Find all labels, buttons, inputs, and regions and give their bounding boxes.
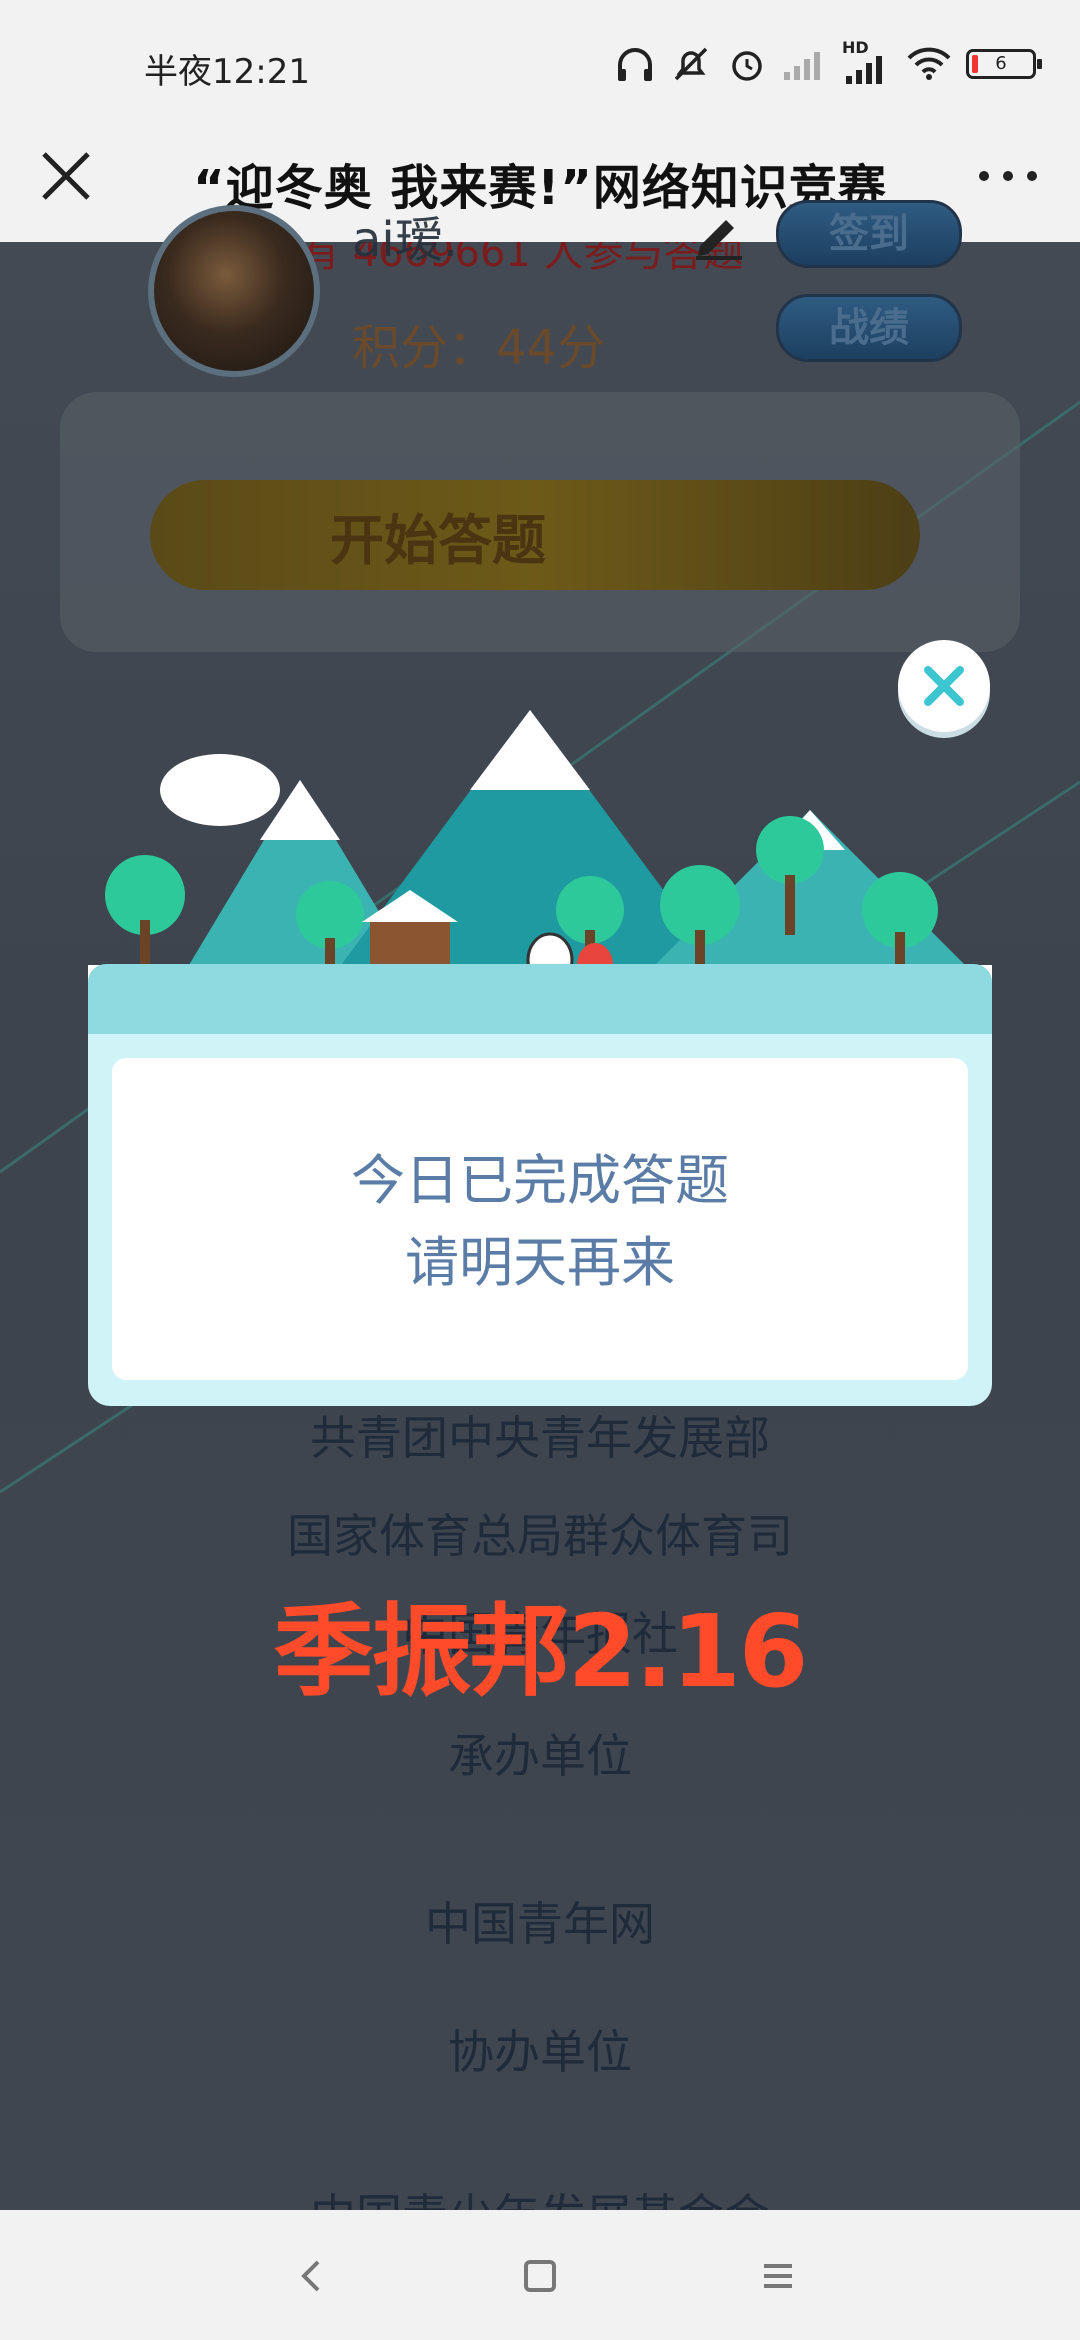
signal-strong-icon	[846, 56, 882, 84]
status-time: 半夜12:21	[144, 52, 310, 92]
start-quiz-label: 开始答题	[330, 509, 546, 572]
organizer-2: 国家体育总局群众体育司	[287, 1509, 793, 1563]
signal-weak-icon	[784, 52, 820, 80]
username: ai瑷.	[352, 212, 459, 268]
watermark-text: 季振邦2.16	[273, 1593, 809, 1710]
host-name: 中国青年网	[425, 1897, 655, 1951]
organizer-1: 共青团中央青年发展部	[310, 1411, 770, 1465]
record-button[interactable]: 战绩	[776, 294, 962, 362]
user-score: 积分：44分	[352, 320, 606, 376]
back-icon[interactable]	[290, 2254, 334, 2298]
dialog-message-line-2: 请明天再来	[405, 1231, 675, 1294]
dialog-close-button[interactable]	[898, 640, 990, 732]
signin-button[interactable]: 签到	[776, 200, 962, 268]
avatar[interactable]	[148, 205, 320, 377]
dialog-message-line-1: 今日已完成答题	[351, 1149, 729, 1212]
battery-indicator: 6	[966, 49, 1042, 79]
headphones-icon	[618, 48, 652, 81]
close-icon[interactable]	[36, 146, 96, 206]
system-nav-bar	[0, 2210, 1080, 2340]
home-icon[interactable]	[518, 2254, 562, 2298]
dialog-header-strip	[88, 964, 992, 1034]
more-options-icon[interactable]	[972, 146, 1044, 206]
recents-menu-icon[interactable]	[756, 2254, 800, 2298]
alarm-icon	[732, 51, 762, 81]
edit-pencil-icon[interactable]	[690, 208, 746, 260]
status-icons: HD 6	[614, 36, 1042, 92]
wifi-icon	[907, 47, 951, 80]
mute-bell-icon	[674, 47, 708, 81]
battery-level: 6	[995, 53, 1007, 74]
close-icon	[924, 666, 964, 706]
co-heading: 协办单位	[448, 2025, 632, 2079]
host-heading: 承办单位	[448, 1729, 632, 1783]
